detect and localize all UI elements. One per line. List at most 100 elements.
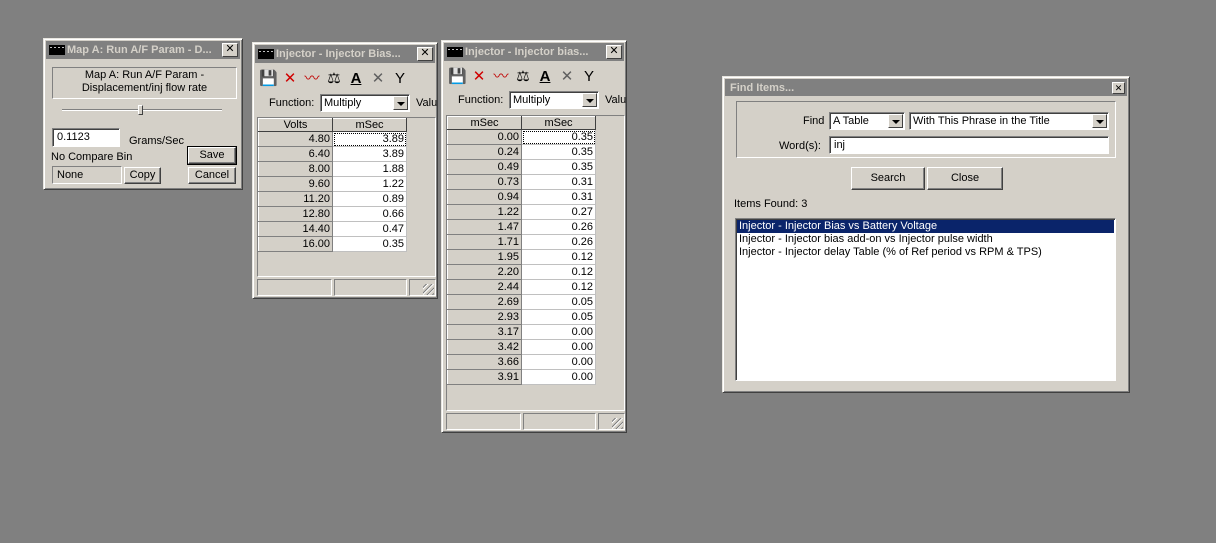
row-value-cell[interactable]: 0.31 <box>521 174 596 190</box>
row-key-cell[interactable]: 0.94 <box>447 189 522 205</box>
row-value-cell[interactable]: 0.12 <box>521 279 596 295</box>
save-disk-icon[interactable]: 💾 <box>448 68 467 86</box>
scale-icon[interactable]: ⚖ <box>325 70 343 88</box>
row-key-cell[interactable]: 2.69 <box>447 294 522 310</box>
row-key-cell[interactable]: 3.42 <box>447 339 522 355</box>
row-value-cell[interactable]: 0.31 <box>521 189 596 205</box>
row-value-cell[interactable]: 0.26 <box>521 219 596 235</box>
row-value-cell[interactable]: 1.88 <box>332 161 407 177</box>
list-item[interactable]: Injector - Injector delay Table (% of Re… <box>737 246 1114 259</box>
row-key-cell[interactable]: 3.66 <box>447 354 522 370</box>
column-header-msec-y[interactable]: mSec <box>521 116 596 130</box>
row-value-cell[interactable]: 0.26 <box>521 234 596 250</box>
value-input[interactable]: 0.1123 <box>52 128 120 147</box>
clear-x-icon[interactable]: ✕ <box>369 70 387 88</box>
row-key-cell[interactable]: 0.24 <box>447 144 522 160</box>
chevron-down-icon[interactable] <box>888 114 903 128</box>
row-key-cell[interactable]: 2.20 <box>447 264 522 280</box>
row-value-cell[interactable]: 0.27 <box>521 204 596 220</box>
row-key-cell[interactable]: 0.49 <box>447 159 522 175</box>
map-param-titlebar[interactable]: Map A: Run A/F Param - D... ✕ <box>46 41 240 59</box>
split-icon[interactable]: Y <box>391 70 409 88</box>
delete-x-icon[interactable]: ✕ <box>281 70 299 88</box>
row-key-cell[interactable]: 4.80 <box>258 131 333 147</box>
row-key-cell[interactable]: 0.00 <box>447 129 522 145</box>
column-header-msec-x[interactable]: mSec <box>447 116 522 130</box>
row-value-cell[interactable]: 0.35 <box>332 236 407 252</box>
row-key-cell[interactable]: 3.91 <box>447 369 522 385</box>
cancel-button[interactable]: Cancel <box>188 167 236 184</box>
list-item[interactable]: Injector - Injector Bias vs Battery Volt… <box>737 220 1114 233</box>
close-button[interactable]: ✕ <box>606 45 622 59</box>
results-list[interactable]: Injector - Injector Bias vs Battery Volt… <box>735 218 1116 381</box>
row-value-cell[interactable]: 1.22 <box>332 176 407 192</box>
row-value-cell[interactable]: 0.00 <box>521 354 596 370</box>
resize-grip[interactable] <box>423 284 434 295</box>
chevron-down-icon[interactable] <box>582 93 597 107</box>
graph-icon[interactable]: 〰 <box>492 68 510 86</box>
delete-x-icon[interactable]: ✕ <box>470 68 488 86</box>
search-button[interactable]: Search <box>851 167 925 190</box>
graph-icon[interactable]: 〰 <box>303 70 321 88</box>
find-type-select[interactable]: A Table <box>829 112 905 130</box>
row-key-cell[interactable]: 8.00 <box>258 161 333 177</box>
save-button[interactable]: Save <box>187 146 237 165</box>
close-button[interactable]: ✕ <box>1112 81 1125 94</box>
copy-button[interactable]: Copy <box>124 167 161 184</box>
row-value-cell[interactable]: 0.12 <box>521 264 596 280</box>
row-value-cell[interactable]: 0.00 <box>521 369 596 385</box>
row-value-cell[interactable]: 0.05 <box>521 309 596 325</box>
text-a-icon[interactable]: A <box>536 68 554 86</box>
row-key-cell[interactable]: 11.20 <box>258 191 333 207</box>
row-key-cell[interactable]: 0.73 <box>447 174 522 190</box>
row-value-cell[interactable]: 0.66 <box>332 206 407 222</box>
save-disk-icon[interactable]: 💾 <box>259 70 278 88</box>
row-value-cell[interactable]: 0.35 <box>521 144 596 160</box>
chevron-down-icon[interactable] <box>1092 114 1107 128</box>
value-slider[interactable] <box>62 105 222 115</box>
text-a-icon[interactable]: A <box>347 70 365 88</box>
resize-grip[interactable] <box>612 418 623 429</box>
row-value-cell[interactable]: 0.47 <box>332 221 407 237</box>
chevron-down-icon[interactable] <box>393 96 408 110</box>
column-header-volts[interactable]: Volts <box>258 118 333 132</box>
row-value-cell[interactable]: 0.89 <box>332 191 407 207</box>
close-dialog-button[interactable]: Close <box>927 167 1003 190</box>
split-icon[interactable]: Y <box>580 68 598 86</box>
row-key-cell[interactable]: 12.80 <box>258 206 333 222</box>
clear-x-icon[interactable]: ✕ <box>558 68 576 86</box>
row-value-cell[interactable]: 3.89 <box>332 146 407 162</box>
injector-addon-titlebar[interactable]: Injector - Injector bias... ✕ <box>444 43 624 61</box>
row-key-cell[interactable]: 2.93 <box>447 309 522 325</box>
slider-thumb[interactable] <box>138 105 143 115</box>
scale-icon[interactable]: ⚖ <box>514 68 532 86</box>
find-items-titlebar[interactable]: Find Items... ✕ <box>725 79 1127 96</box>
close-button[interactable]: ✕ <box>417 47 433 61</box>
injector-bias-titlebar[interactable]: Injector - Injector Bias... ✕ <box>255 45 435 63</box>
row-key-cell[interactable]: 1.22 <box>447 204 522 220</box>
row-key-cell[interactable]: 16.00 <box>258 236 333 252</box>
row-value-cell[interactable]: 0.05 <box>521 294 596 310</box>
row-value-cell[interactable]: 0.00 <box>521 339 596 355</box>
row-key-cell[interactable]: 6.40 <box>258 146 333 162</box>
function-select[interactable]: Multiply <box>509 91 599 109</box>
row-value-cell[interactable]: 0.12 <box>521 249 596 265</box>
row-key-cell[interactable]: 2.44 <box>447 279 522 295</box>
row-value-cell[interactable]: 0.00 <box>521 324 596 340</box>
row-key-cell[interactable]: 14.40 <box>258 221 333 237</box>
row-key-cell[interactable]: 1.71 <box>447 234 522 250</box>
find-mode-select[interactable]: With This Phrase in the Title <box>909 112 1109 130</box>
function-select[interactable]: Multiply <box>320 94 410 112</box>
list-item[interactable]: Injector - Injector bias add-on vs Injec… <box>737 233 1114 246</box>
row-key-cell[interactable]: 3.17 <box>447 324 522 340</box>
row-value-cell[interactable]: 0.35 <box>521 159 596 175</box>
row-value-cell[interactable]: 0.35 <box>521 129 596 145</box>
close-button[interactable]: ✕ <box>222 43 238 57</box>
words-input[interactable]: inj <box>829 136 1109 154</box>
table-row: 6.40 3.89 <box>258 146 407 162</box>
row-key-cell[interactable]: 9.60 <box>258 176 333 192</box>
row-key-cell[interactable]: 1.95 <box>447 249 522 265</box>
row-value-cell[interactable]: 3.89 <box>332 131 407 147</box>
column-header-msec[interactable]: mSec <box>332 118 407 132</box>
row-key-cell[interactable]: 1.47 <box>447 219 522 235</box>
